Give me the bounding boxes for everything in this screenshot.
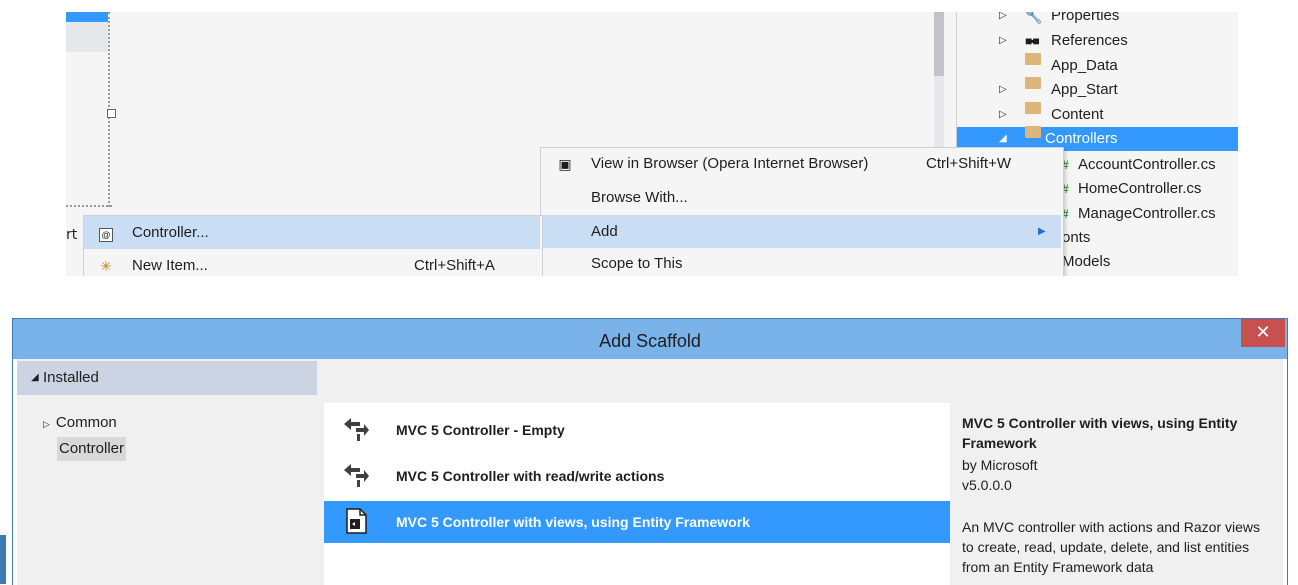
new-item-icon: ✳	[100, 258, 112, 274]
menu-item-browse-with[interactable]: Browse With...	[541, 182, 1061, 214]
template-label: MVC 5 Controller with read/write actions	[396, 468, 665, 484]
controller-icon: @	[96, 217, 116, 249]
template-details-pane: MVC 5 Controller with views, using Entit…	[950, 403, 1283, 585]
installed-label: Installed	[43, 369, 99, 386]
menu-item-label: New Item...	[132, 257, 208, 274]
folder-icon	[1025, 102, 1041, 114]
folder-icon	[1025, 126, 1041, 138]
folder-icon	[1025, 53, 1041, 65]
template-version: v5.0.0.0	[962, 477, 1012, 493]
tree-item-fonts[interactable]: onts	[1062, 226, 1090, 250]
add-scaffold-dialog: Add Scaffold ✕ ◢ Installed ▷ Common Contr…	[12, 318, 1288, 585]
tree-item-label: onts	[1062, 229, 1091, 246]
collapse-arrow-icon[interactable]: ◢	[31, 361, 39, 395]
tree-item-label: Properties	[1051, 12, 1120, 24]
tree-item-label: Content	[1051, 106, 1104, 123]
template-item-read-write[interactable]: MVC 5 Controller with read/write actions	[324, 455, 950, 497]
scrollbar-thumb[interactable]	[934, 12, 944, 76]
folder-icon	[1025, 77, 1041, 89]
mvc-controller-icon	[344, 464, 369, 487]
context-menu: ▣ View in Browser (Opera Internet Browse…	[540, 147, 1064, 276]
installed-header[interactable]: ◢ Installed	[17, 361, 317, 395]
template-label: MVC 5 Controller with views, using Entit…	[396, 514, 750, 530]
menu-item-label: Add	[591, 223, 618, 240]
tree-item-label: References	[1051, 32, 1128, 49]
template-label: MVC 5 Controller - Empty	[396, 422, 565, 438]
design-boundary-line-horizontal	[66, 205, 112, 207]
background-window-edge	[0, 535, 6, 584]
menu-item-label: Controller...	[132, 224, 209, 241]
resize-handle[interactable]	[107, 109, 116, 118]
expand-arrow-icon[interactable]: ▷	[43, 419, 50, 429]
menu-item-shortcut: Ctrl+Shift+A	[414, 257, 495, 274]
menu-item-label: View in Browser (Opera Internet Browser)	[591, 155, 869, 172]
tree-item-label: Models	[1062, 253, 1111, 270]
toolbox-selected-item[interactable]	[66, 12, 108, 22]
template-item-empty[interactable]: MVC 5 Controller - Empty	[324, 409, 950, 451]
category-pane: ◢ Installed ▷ Common Controller	[17, 359, 317, 585]
tree-item-label: AccountController.cs	[1078, 156, 1216, 173]
expand-arrow-icon[interactable]: ▷	[999, 29, 1007, 53]
menu-item-add[interactable]: Add ▶	[541, 215, 1061, 248]
template-list: MVC 5 Controller - Empty MVC 5 Controlle…	[324, 403, 950, 585]
references-icon: ■▪■	[1025, 34, 1040, 48]
dialog-title: Add Scaffold	[599, 331, 701, 351]
expand-arrow-icon[interactable]: ▷	[999, 12, 1007, 28]
toolbox-item[interactable]	[66, 22, 108, 52]
template-description: An MVC controller with actions and Razor…	[962, 519, 1261, 575]
tree-item-label: App_Data	[1051, 57, 1118, 74]
close-button[interactable]: ✕	[1241, 319, 1285, 347]
browser-icon: ▣	[558, 156, 572, 172]
tree-item-label: ManageController.cs	[1078, 205, 1216, 222]
tree-item-label: App_Start	[1051, 81, 1118, 98]
menu-item-label: Scope to This	[591, 255, 683, 272]
menu-item-label: Browse With...	[591, 189, 688, 206]
add-submenu: @ Controller... ✳ New Item... Ctrl+Shift…	[83, 215, 543, 276]
dialog-body: ◢ Installed ▷ Common Controller MVC 5 Con…	[17, 359, 1283, 585]
wrench-icon: 🔧	[1025, 12, 1043, 24]
menu-item-new-item[interactable]: ✳ New Item... Ctrl+Shift+A	[84, 250, 540, 276]
menu-item-controller[interactable]: @ Controller...	[84, 216, 540, 249]
ide-screenshot-panel: rt ▷ 🔧 Properties ▷ ■▪■ References App_D…	[66, 12, 1238, 276]
template-author: by Microsoft	[962, 457, 1038, 473]
template-name: MVC 5 Controller with views, using Entit…	[962, 415, 1238, 451]
category-label: Common	[55, 414, 117, 431]
tree-item-label: HomeController.cs	[1078, 180, 1202, 197]
menu-item-view-in-browser[interactable]: ▣ View in Browser (Opera Internet Browse…	[541, 148, 1061, 180]
menu-item-shortcut: Ctrl+Shift+W	[926, 155, 1012, 172]
category-common[interactable]: ▷ Common	[43, 411, 117, 435]
category-controller[interactable]: Controller	[57, 437, 127, 461]
mvc-views-ef-icon	[346, 508, 367, 534]
expand-arrow-icon[interactable]: ▷	[999, 103, 1007, 127]
submenu-arrow-icon: ▶	[1038, 226, 1046, 237]
expand-arrow-icon[interactable]: ▷	[999, 78, 1007, 102]
mvc-controller-icon	[344, 418, 369, 441]
menu-left-stub: rt	[66, 227, 78, 243]
menu-item-scope-to-this[interactable]: Scope to This	[541, 248, 1061, 276]
template-item-entity-framework[interactable]: MVC 5 Controller with views, using Entit…	[324, 501, 950, 543]
tree-item-models[interactable]: Models	[1062, 250, 1110, 274]
